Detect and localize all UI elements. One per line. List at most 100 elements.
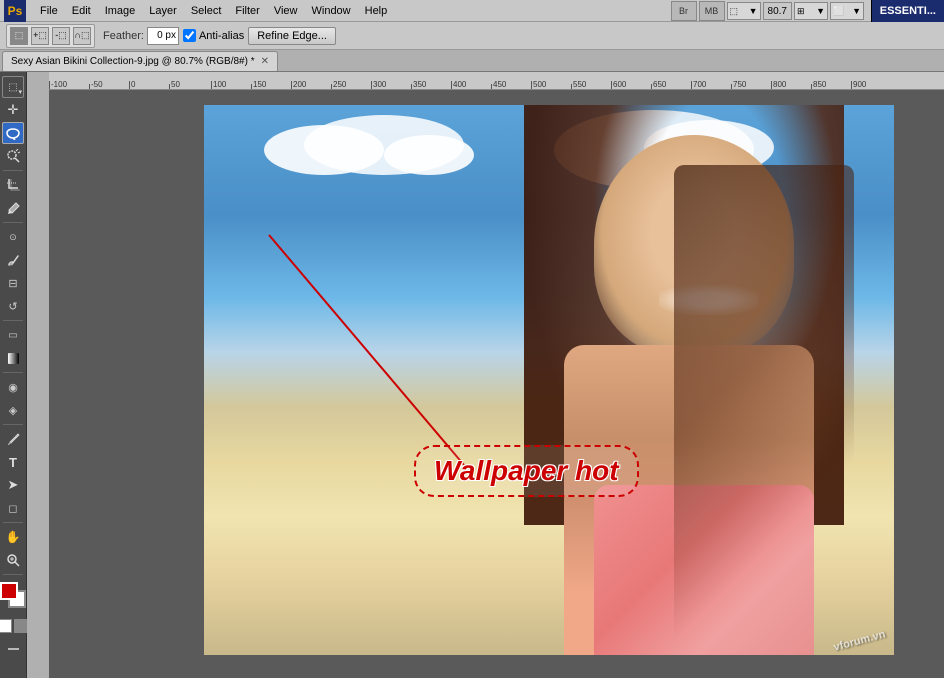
arrange-dropdown[interactable]: ⊞ ▼ bbox=[794, 2, 828, 20]
essentials-button[interactable]: ESSENTI... bbox=[871, 0, 944, 22]
antialias-text: Anti-alias bbox=[199, 30, 244, 42]
add-selection-btn[interactable]: +⬚ bbox=[31, 27, 49, 45]
bridge-button[interactable]: Br bbox=[671, 1, 697, 21]
quick-select-tool-btn[interactable] bbox=[2, 145, 24, 167]
main-area: ⬚▾ ✛ bbox=[0, 72, 944, 678]
tick-label: 900 bbox=[853, 80, 866, 89]
tick-label: 300 bbox=[373, 80, 386, 89]
history-brush-btn[interactable]: ↺ bbox=[2, 295, 24, 317]
text-tool-btn[interactable]: T bbox=[2, 451, 24, 473]
tick bbox=[451, 81, 452, 89]
doc-tab-close-button[interactable]: ✕ bbox=[261, 56, 269, 67]
tool-separator-2 bbox=[3, 222, 23, 223]
marquee-tool-btn[interactable]: ⬚▾ bbox=[2, 76, 24, 98]
tick bbox=[731, 84, 732, 89]
tick-label: 700 bbox=[693, 80, 706, 89]
doc-tab-title: Sexy Asian Bikini Collection-9.jpg @ 80.… bbox=[11, 56, 255, 67]
shape-tool-btn[interactable]: ◻ bbox=[2, 497, 24, 519]
intersect-selection-btn[interactable]: ∩⬚ bbox=[73, 27, 91, 45]
tick bbox=[571, 84, 572, 89]
view-arrow: ▼ bbox=[749, 6, 758, 16]
screen-mode-btn[interactable] bbox=[2, 638, 24, 660]
tool-separator-6 bbox=[3, 522, 23, 523]
menu-filter[interactable]: Filter bbox=[229, 3, 265, 19]
tick-label: 800 bbox=[773, 80, 786, 89]
normal-mode-icon[interactable] bbox=[0, 619, 12, 633]
screen-dropdown[interactable]: ⬜ ▼ bbox=[830, 2, 864, 20]
tool-separator-7 bbox=[3, 574, 23, 575]
path-select-btn[interactable]: ➤ bbox=[2, 474, 24, 496]
document-tab[interactable]: Sexy Asian Bikini Collection-9.jpg @ 80.… bbox=[2, 51, 278, 71]
crop-tool-btn[interactable] bbox=[2, 174, 24, 196]
feather-input[interactable] bbox=[147, 27, 179, 45]
tick-label: 500 bbox=[533, 80, 546, 89]
view-dropdown[interactable]: ⬚ ▼ bbox=[727, 2, 761, 20]
subtract-selection-btn[interactable]: -⬚ bbox=[52, 27, 70, 45]
menu-help[interactable]: Help bbox=[359, 3, 394, 19]
antialias-label[interactable]: Anti-alias bbox=[183, 29, 244, 42]
screen-arrow: ▼ bbox=[852, 6, 861, 16]
hand-tool-btn[interactable]: ✋ bbox=[2, 526, 24, 548]
toolbar: ⬚▾ ✛ bbox=[0, 72, 27, 678]
blur-tool-btn[interactable]: ◉ bbox=[2, 376, 24, 398]
feather-group: Feather: bbox=[99, 27, 179, 45]
tick bbox=[49, 81, 50, 89]
quick-mask-icon[interactable] bbox=[14, 619, 28, 633]
move-tool-btn[interactable]: ✛ bbox=[2, 99, 24, 121]
ruler-top: -100 -50 0 50 100 150 200 250 300 350 bbox=[49, 72, 944, 90]
selection-mode-group: ⬚ +⬚ -⬚ ∩⬚ bbox=[6, 24, 95, 48]
tick bbox=[291, 81, 292, 89]
tick-label: 200 bbox=[293, 80, 306, 89]
menu-edit[interactable]: Edit bbox=[66, 3, 97, 19]
screen-icon: ⬜ bbox=[833, 6, 844, 17]
eyedropper-tool-btn[interactable] bbox=[2, 197, 24, 219]
tick-label: 100 bbox=[213, 80, 226, 89]
menu-layer[interactable]: Layer bbox=[143, 3, 183, 19]
ps-logo: Ps bbox=[4, 0, 26, 22]
dodge-tool-btn[interactable]: ◈ bbox=[2, 399, 24, 421]
mode-icons-area bbox=[0, 619, 28, 633]
pen-tool-btn[interactable] bbox=[2, 428, 24, 450]
tick bbox=[331, 84, 332, 89]
canvas-wrapper: -100 -50 0 50 100 150 200 250 300 350 bbox=[27, 72, 944, 678]
tick bbox=[771, 81, 772, 89]
hair-right bbox=[674, 165, 854, 655]
zoom-value: 80.7 bbox=[768, 6, 787, 17]
minibr-button[interactable]: MB bbox=[699, 1, 725, 21]
menu-image[interactable]: Image bbox=[99, 3, 142, 19]
lasso-tool-btn[interactable] bbox=[2, 122, 24, 144]
new-selection-btn[interactable]: ⬚ bbox=[10, 27, 28, 45]
cloud-3 bbox=[384, 135, 474, 175]
menu-select[interactable]: Select bbox=[185, 3, 228, 19]
top-icons-area: Br MB ⬚ ▼ 80.7 ⊞ ▼ ⬜ ▼ bbox=[671, 0, 864, 22]
tool-separator-5 bbox=[3, 424, 23, 425]
tick-label: 550 bbox=[573, 80, 586, 89]
tick bbox=[129, 81, 130, 89]
tick bbox=[491, 84, 492, 89]
tool-separator-4 bbox=[3, 372, 23, 373]
menu-bar: Ps File Edit Image Layer Select Filter V… bbox=[0, 0, 944, 22]
menu-window[interactable]: Window bbox=[306, 3, 357, 19]
healing-brush-btn[interactable]: ⊙ bbox=[2, 226, 24, 248]
tick-label: 350 bbox=[413, 80, 426, 89]
tick-label: 600 bbox=[613, 80, 626, 89]
ruler-ticks-horizontal: -100 -50 0 50 100 150 200 250 300 350 bbox=[49, 72, 944, 89]
tick bbox=[811, 84, 812, 89]
gradient-tool-btn[interactable] bbox=[2, 347, 24, 369]
foreground-color-swatch[interactable] bbox=[0, 582, 18, 600]
eraser-tool-btn[interactable]: ▭ bbox=[2, 324, 24, 346]
color-swatches[interactable] bbox=[0, 582, 30, 612]
refine-edge-button[interactable]: Refine Edge... bbox=[248, 27, 336, 45]
antialias-checkbox[interactable] bbox=[183, 29, 196, 42]
tick-label: 750 bbox=[733, 80, 746, 89]
tab-bar: Sexy Asian Bikini Collection-9.jpg @ 80.… bbox=[0, 50, 944, 72]
tick bbox=[251, 84, 252, 89]
tick-label: 0 bbox=[131, 80, 135, 89]
tick-label: -50 bbox=[91, 80, 103, 89]
brush-tool-btn[interactable] bbox=[2, 249, 24, 271]
zoom-tool-btn[interactable] bbox=[2, 549, 24, 571]
menu-file[interactable]: File bbox=[34, 3, 64, 19]
arrange-icon: ⊞ bbox=[797, 6, 805, 17]
stamp-tool-btn[interactable]: ⊟ bbox=[2, 272, 24, 294]
menu-view[interactable]: View bbox=[268, 3, 304, 19]
